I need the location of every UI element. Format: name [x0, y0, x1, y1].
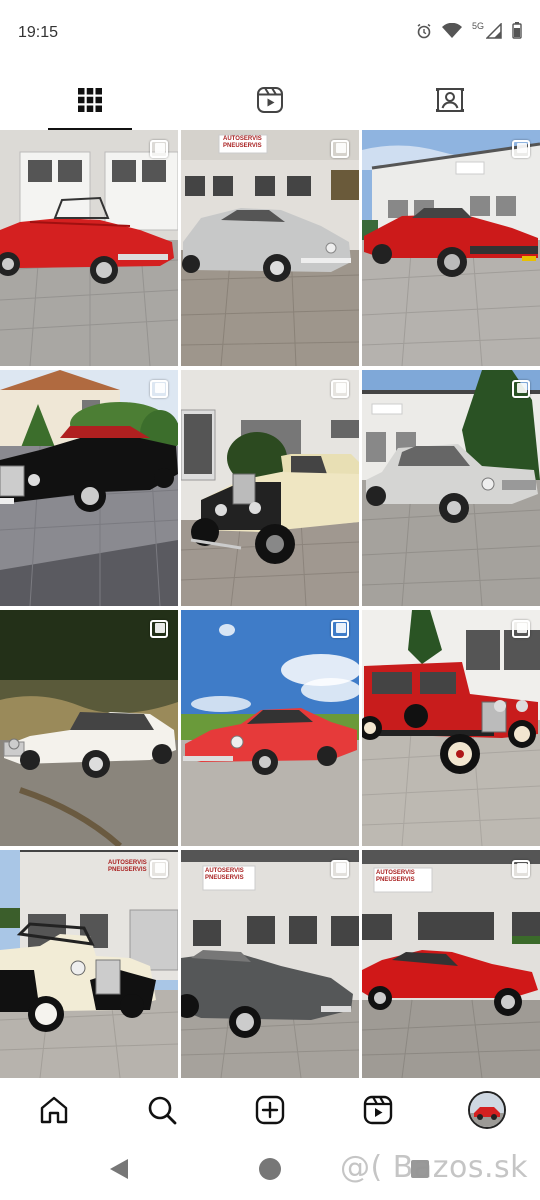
- home-icon: [40, 1096, 68, 1124]
- alarm-icon: [417, 23, 431, 38]
- post-6-photo: [362, 370, 540, 606]
- nav-reels[interactable]: [356, 1088, 400, 1132]
- post-12[interactable]: AUTOSERVIS PNEUSERVIS: [362, 850, 540, 1078]
- home-button[interactable]: [258, 1157, 282, 1186]
- signal-icon: [486, 22, 502, 39]
- tab-grid[interactable]: [0, 70, 180, 130]
- nav-search[interactable]: [140, 1088, 184, 1132]
- reels-icon: [257, 87, 283, 113]
- status-icons: 5G: [416, 20, 522, 39]
- post-2-photo: [181, 130, 359, 366]
- garage-sign: AUTOSERVIS PNEUSERVIS: [376, 870, 415, 883]
- post-1[interactable]: [0, 130, 178, 366]
- multiple-photos-icon: [512, 860, 530, 878]
- post-4-photo: [0, 370, 178, 606]
- avatar-image: [470, 1093, 504, 1127]
- back-triangle-icon: [110, 1159, 128, 1179]
- post-11[interactable]: AUTOSERVIS PNEUSERVIS: [181, 850, 359, 1078]
- post-8[interactable]: [181, 610, 359, 846]
- post-9-photo: [362, 610, 540, 846]
- post-5[interactable]: [181, 370, 359, 606]
- network-type: 5G: [471, 20, 484, 31]
- battery-icon: [512, 22, 522, 39]
- wifi-icon: [441, 22, 462, 38]
- tab-tagged[interactable]: [360, 70, 540, 130]
- profile-avatar: [468, 1091, 506, 1129]
- create-icon: [255, 1095, 285, 1125]
- post-2[interactable]: AUTOSERVIS PNEUSERVIS: [181, 130, 359, 366]
- multiple-photos-icon: [512, 380, 530, 398]
- multiple-photos-icon: [150, 620, 168, 638]
- multiple-photos-icon: [150, 860, 168, 878]
- post-10-photo: [0, 850, 178, 1078]
- post-3-photo: [362, 130, 540, 366]
- post-5-photo: [181, 370, 359, 606]
- multiple-photos-icon: [331, 140, 349, 158]
- post-12-photo: [362, 850, 540, 1078]
- garage-sign: AUTOSERVIS PNEUSERVIS: [205, 868, 244, 881]
- post-7[interactable]: [0, 610, 178, 846]
- multiple-photos-icon: [331, 860, 349, 878]
- bottom-nav: [0, 1078, 540, 1140]
- grid-icon: [78, 88, 102, 112]
- post-4[interactable]: [0, 370, 178, 606]
- post-3[interactable]: [362, 130, 540, 366]
- post-6[interactable]: [362, 370, 540, 606]
- reels-icon: [363, 1095, 393, 1125]
- tagged-icon: [436, 88, 464, 112]
- multiple-photos-icon: [150, 140, 168, 158]
- nav-profile[interactable]: [465, 1088, 509, 1132]
- status-time: 19:15: [18, 24, 59, 41]
- post-7-photo: [0, 610, 178, 846]
- nav-create[interactable]: [248, 1088, 292, 1132]
- post-1-photo: [0, 130, 178, 366]
- watermark: @( Bazos.sk: [340, 1150, 528, 1185]
- multiple-photos-icon: [331, 620, 349, 638]
- status-bar: 19:15 5G: [0, 0, 540, 66]
- search-icon: [148, 1096, 177, 1125]
- post-10[interactable]: AUTOSERVIS PNEUSERVIS: [0, 850, 178, 1078]
- post-9[interactable]: [362, 610, 540, 846]
- back-button[interactable]: [108, 1158, 130, 1185]
- multiple-photos-icon: [331, 380, 349, 398]
- tab-reels[interactable]: [180, 70, 360, 130]
- nav-home[interactable]: [32, 1088, 76, 1132]
- home-circle-icon: [259, 1158, 281, 1180]
- garage-sign: AUTOSERVIS PNEUSERVIS: [223, 136, 262, 149]
- multiple-photos-icon: [512, 620, 530, 638]
- multiple-photos-icon: [150, 380, 168, 398]
- multiple-photos-icon: [512, 140, 530, 158]
- post-11-photo: [181, 850, 359, 1078]
- post-grid: AUTOSERVIS PNEUSERVIS AUTOSERVIS PNEUSER…: [0, 130, 540, 1078]
- profile-tabs: [0, 70, 540, 130]
- post-8-photo: [181, 610, 359, 846]
